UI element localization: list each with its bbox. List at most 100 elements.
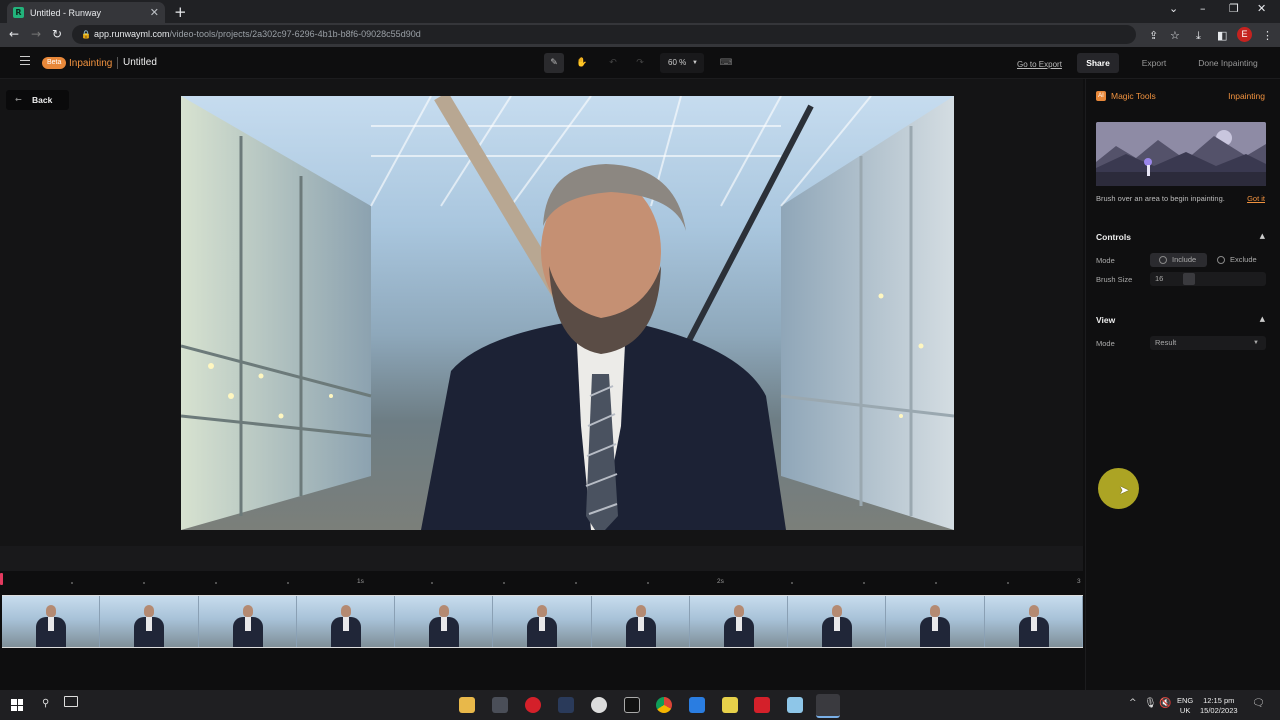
wps-office-icon[interactable]: [754, 697, 770, 713]
redo-icon[interactable]: ↷: [630, 53, 650, 73]
timeline: 1s 2s 3: [0, 546, 1085, 690]
video-clip-track[interactable]: [2, 595, 1083, 648]
capcut-icon[interactable]: [624, 697, 640, 713]
view-section-title[interactable]: View: [1096, 315, 1115, 325]
ruler-tick: [791, 582, 793, 584]
undo-icon[interactable]: ↶: [603, 53, 623, 73]
clip-thumbnail: [984, 596, 1083, 647]
back-button[interactable]: ← Back: [6, 90, 69, 110]
include-label: Include: [1172, 255, 1197, 264]
tool-name: Inpainting: [69, 58, 113, 69]
timeline-toolbar: [0, 546, 1083, 571]
include-toggle[interactable]: Include: [1150, 253, 1207, 267]
radio-icon: [1159, 256, 1167, 264]
hand-icon[interactable]: ✋: [572, 53, 592, 73]
ruler-tick: [575, 582, 577, 584]
language-indicator[interactable]: ENG UK: [1177, 696, 1193, 716]
calculator-icon[interactable]: [492, 697, 508, 713]
app-header: Beta Inpainting Untitled ✎ ✋ ↶ ↷ 60 % ▼ …: [0, 47, 1280, 79]
url-field[interactable]: 🔒 app.runwayml.com/video-tools/projects/…: [72, 25, 1136, 44]
chevron-up-icon[interactable]: ▲: [1260, 315, 1265, 323]
opera-icon[interactable]: [525, 697, 541, 713]
browser-tab[interactable]: R Untitled - Runway ✕: [7, 2, 165, 23]
share-button[interactable]: Share: [1077, 53, 1119, 73]
back-nav-icon[interactable]: ←: [9, 27, 19, 41]
brush-size-label: Brush Size: [1096, 275, 1133, 284]
video-frame[interactable]: [181, 96, 954, 530]
runway-favicon-icon: R: [13, 7, 24, 18]
windows-start-icon[interactable]: [11, 699, 23, 711]
obs-icon[interactable]: [591, 697, 607, 713]
chevron-up-icon[interactable]: ^: [1129, 698, 1137, 708]
task-view-icon[interactable]: [64, 696, 78, 707]
view-mode-select[interactable]: Result ▼: [1150, 336, 1266, 350]
ruler-tick: [863, 582, 865, 584]
playhead[interactable]: [0, 573, 3, 585]
timeline-ruler[interactable]: 1s 2s 3: [0, 571, 1083, 594]
clip-thumbnail: [2, 596, 101, 647]
controls-section-title[interactable]: Controls: [1096, 232, 1131, 242]
search-icon[interactable]: ⚲: [42, 698, 49, 709]
sidebar-icon[interactable]: ◧: [1217, 29, 1227, 42]
zoom-select[interactable]: 60 % ▼: [660, 53, 704, 73]
ruler-tick: [143, 582, 145, 584]
slider-handle[interactable]: [1183, 273, 1195, 285]
keyboard-icon[interactable]: ⌨: [716, 53, 736, 73]
magic-tools-menu[interactable]: Magic Tools: [1111, 91, 1156, 101]
clip-thumbnail: [493, 596, 592, 647]
close-tab-icon[interactable]: ✕: [150, 6, 159, 19]
thumbnail-head: [733, 605, 744, 617]
controls-mode-label: Mode: [1096, 256, 1115, 265]
chrome-active-icon[interactable]: [816, 694, 840, 718]
brush-size-slider[interactable]: 16: [1150, 272, 1266, 286]
microphone-icon[interactable]: 🎙: [1144, 698, 1157, 709]
tab-search-icon[interactable]: ⌄: [1169, 2, 1178, 15]
thumbnail-head: [537, 605, 548, 617]
reload-icon[interactable]: ↻: [52, 27, 62, 41]
forward-nav-icon[interactable]: →: [31, 27, 41, 41]
maximize-window-icon[interactable]: ❐: [1229, 2, 1239, 15]
done-inpainting-button[interactable]: Done Inpainting: [1188, 53, 1268, 73]
chrome-icon[interactable]: [656, 697, 672, 713]
close-window-icon[interactable]: ✕: [1257, 2, 1266, 15]
volume-muted-icon[interactable]: 🔇: [1159, 698, 1171, 709]
profile-avatar[interactable]: E: [1237, 27, 1252, 42]
brush-size-value: 16: [1155, 274, 1164, 283]
notifications-icon[interactable]: 🗨: [1252, 698, 1265, 709]
go-to-export-link[interactable]: Go to Export: [1017, 60, 1062, 69]
back-label: Back: [32, 95, 53, 105]
file-explorer-icon[interactable]: [459, 697, 475, 713]
view-mode-value: Result: [1155, 338, 1177, 347]
minimize-window-icon[interactable]: –: [1200, 2, 1206, 15]
thumbnail-shirt: [48, 617, 54, 631]
thumbnail-head: [930, 605, 941, 617]
export-button[interactable]: Export: [1131, 53, 1177, 73]
thumbnail-shirt: [146, 617, 153, 631]
notes-icon[interactable]: [722, 697, 738, 713]
tip-text: Brush over an area to begin inpainting.: [1096, 194, 1225, 203]
chevron-up-icon[interactable]: ▲: [1260, 232, 1265, 240]
menu-icon[interactable]: [20, 56, 30, 65]
new-tab-icon[interactable]: +: [174, 3, 187, 21]
pen-icon[interactable]: ✎: [544, 53, 564, 73]
exclude-toggle[interactable]: Exclude: [1208, 253, 1266, 267]
thumbnail-shirt: [244, 617, 251, 631]
project-name[interactable]: Untitled: [123, 57, 157, 68]
video-frame-image: [181, 96, 954, 530]
browser-tab-strip: R Untitled - Runway ✕ + ⌄ – ❐ ✕: [0, 0, 1280, 23]
download-icon[interactable]: ⤓: [1196, 29, 1201, 43]
clip-thumbnail: [788, 596, 887, 647]
system-clock[interactable]: 12:15 pm 15/02/2023: [1200, 696, 1238, 716]
chevron-down-icon: ▼: [1253, 340, 1259, 346]
magic-tools-panel: AI Magic Tools Inpainting Brush over an …: [1085, 79, 1280, 690]
photoshop-icon[interactable]: [558, 697, 574, 713]
todo-icon[interactable]: [689, 697, 705, 713]
more-menu-icon[interactable]: ⋮: [1262, 29, 1273, 42]
clip-thumbnail: [100, 596, 199, 647]
app-icon[interactable]: [787, 697, 803, 713]
bookmark-star-icon[interactable]: ☆: [1170, 29, 1180, 42]
mouse-cursor-icon: ➤: [1119, 483, 1130, 497]
radio-icon: [1217, 256, 1225, 264]
share-page-icon[interactable]: ⇪: [1149, 29, 1158, 42]
got-it-link[interactable]: Got it: [1247, 194, 1265, 203]
